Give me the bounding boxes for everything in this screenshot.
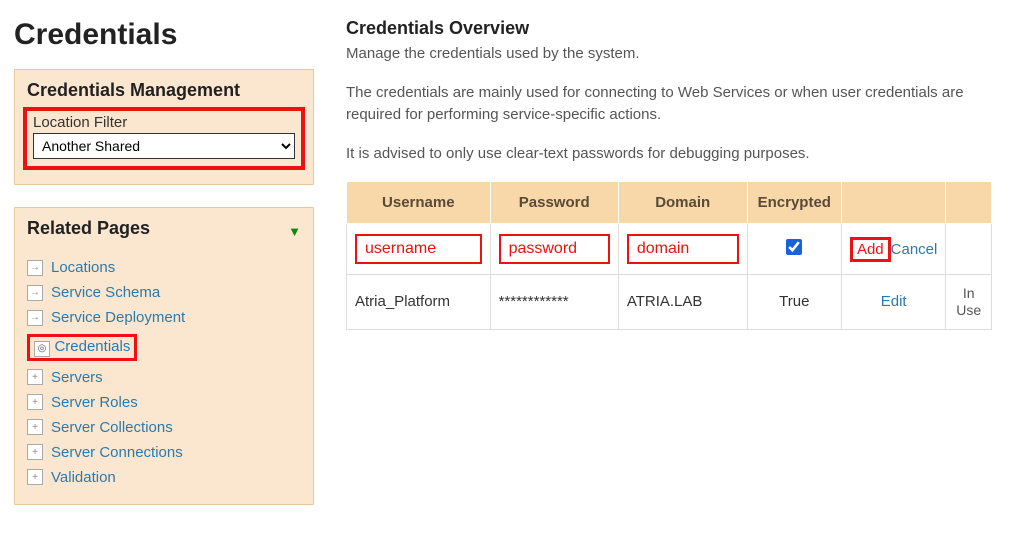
- username-input[interactable]: [355, 234, 482, 264]
- arrow-icon: →: [27, 285, 43, 301]
- sidebar-link[interactable]: Server Roles: [51, 394, 138, 411]
- sidebar-link[interactable]: Validation: [51, 469, 116, 486]
- sidebar-item-service-deployment: → Service Deployment: [27, 305, 301, 330]
- sidebar-item-server-collections: + Server Collections: [27, 415, 301, 440]
- cell-password: ************: [490, 275, 618, 330]
- sidebar-link[interactable]: Servers: [51, 369, 103, 386]
- arrow-icon: →: [27, 260, 43, 276]
- add-button[interactable]: Add: [850, 237, 891, 262]
- col-domain: Domain: [618, 182, 747, 224]
- overview-desc1: Manage the credentials used by the syste…: [346, 43, 992, 66]
- sidebar-item-validation: + Validation: [27, 465, 301, 490]
- cell-status: In Use: [946, 275, 992, 330]
- sidebar-item-server-roles: + Server Roles: [27, 390, 301, 415]
- location-filter-label: Location Filter: [33, 114, 295, 131]
- related-pages-title: Related Pages: [27, 218, 150, 239]
- sidebar-item-service-schema: → Service Schema: [27, 280, 301, 305]
- collapse-caret-icon[interactable]: ▼: [288, 224, 301, 239]
- arrow-icon: →: [27, 310, 43, 326]
- cancel-link[interactable]: Cancel: [891, 241, 938, 258]
- sidebar-link[interactable]: Credentials: [54, 338, 130, 355]
- location-filter-select[interactable]: Another Shared: [33, 133, 295, 159]
- sidebar-link[interactable]: Service Deployment: [51, 309, 185, 326]
- page-title: Credentials: [14, 18, 314, 51]
- plus-icon: +: [27, 444, 43, 460]
- sidebar-item-servers: + Servers: [27, 365, 301, 390]
- cell-encrypted: True: [747, 275, 841, 330]
- sidebar-link[interactable]: Server Collections: [51, 419, 173, 436]
- password-input[interactable]: [499, 234, 610, 264]
- col-password: Password: [490, 182, 618, 224]
- encrypted-checkbox[interactable]: [786, 239, 802, 255]
- col-username: Username: [347, 182, 491, 224]
- related-pages-panel: Related Pages ▼ → Locations → Service Schem…: [14, 207, 314, 505]
- col-status: [946, 182, 992, 224]
- sidebar-link[interactable]: Server Connections: [51, 444, 183, 461]
- table-newrow: AddCancel: [347, 224, 992, 275]
- edit-link[interactable]: Edit: [881, 293, 907, 310]
- overview-desc3: It is advised to only use clear-text pas…: [346, 143, 992, 166]
- overview-title: Credentials Overview: [346, 18, 992, 39]
- credentials-mgmt-panel: Credentials Management Location Filter A…: [14, 69, 314, 185]
- sidebar-item-credentials: ◎ Credentials: [27, 330, 301, 365]
- newrow-status: [946, 224, 992, 275]
- sidebar-item-server-connections: + Server Connections: [27, 440, 301, 465]
- plus-icon: +: [27, 419, 43, 435]
- domain-input[interactable]: [627, 234, 739, 264]
- plus-icon: +: [27, 394, 43, 410]
- sidebar-link[interactable]: Locations: [51, 259, 115, 276]
- cell-username: Atria_Platform: [347, 275, 491, 330]
- location-filter-highlight: Location Filter Another Shared: [23, 107, 305, 170]
- cell-domain: ATRIA.LAB: [618, 275, 747, 330]
- table-header-row: Username Password Domain Encrypted: [347, 182, 992, 224]
- col-actions: [841, 182, 945, 224]
- plus-icon: +: [27, 369, 43, 385]
- sidebar-item-locations: → Locations: [27, 255, 301, 280]
- plus-icon: +: [27, 469, 43, 485]
- overview-desc2: The credentials are mainly used for conn…: [346, 82, 992, 127]
- gear-icon: ◎: [34, 341, 50, 357]
- credentials-highlight: ◎ Credentials: [27, 334, 137, 361]
- credentials-table: Username Password Domain Encrypted AddCa…: [346, 181, 992, 330]
- sidebar-link[interactable]: Service Schema: [51, 284, 160, 301]
- table-row: Atria_Platform ************ ATRIA.LAB Tr…: [347, 275, 992, 330]
- col-encrypted: Encrypted: [747, 182, 841, 224]
- credentials-mgmt-title: Credentials Management: [27, 80, 301, 101]
